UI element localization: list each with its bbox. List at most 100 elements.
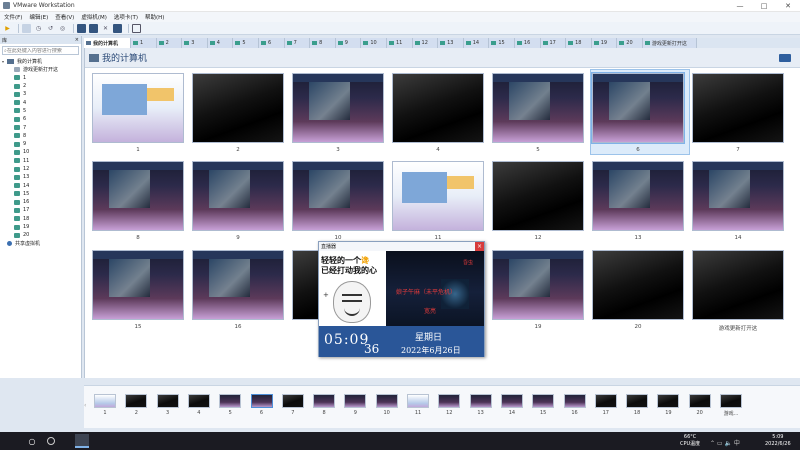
menu-help[interactable]: 帮助(H) [145, 13, 164, 21]
stretch-icon[interactable] [113, 23, 122, 33]
tree-item-vm[interactable]: 4 [0, 98, 81, 106]
vm-thumbnail[interactable] [592, 250, 684, 320]
vmware-taskbar-icon[interactable] [75, 434, 89, 448]
tab-vm[interactable]: 1 [131, 38, 157, 48]
strip-scroll-left-icon[interactable]: ‹ [84, 402, 86, 409]
view-icon[interactable] [132, 23, 141, 33]
tab-my-computer[interactable]: 我的计算机 [84, 38, 131, 48]
tab-vm[interactable]: 19 [591, 38, 618, 48]
tab-vm[interactable]: 2 [156, 38, 183, 48]
tab-vm[interactable]: 7 [284, 38, 311, 48]
windows-start-icon[interactable] [4, 436, 14, 446]
strip-thumbnail[interactable] [407, 394, 429, 408]
library-search-input[interactable] [6, 47, 67, 54]
tree-item-vm[interactable]: 9 [0, 140, 81, 148]
tab-vm[interactable]: 4 [207, 38, 234, 48]
search-icon[interactable]: ○ [26, 435, 38, 447]
strip-thumbnail[interactable] [438, 394, 461, 408]
widget-close-button[interactable]: × [475, 242, 484, 251]
manage-icon[interactable]: ◎ [58, 24, 67, 33]
tree-item-shared[interactable]: 共享虚拟机 [0, 240, 81, 248]
tab-vm[interactable]: 13 [438, 38, 464, 48]
tab-vm[interactable]: 17 [540, 38, 567, 48]
menu-edit[interactable]: 编辑(E) [29, 13, 48, 21]
vm-thumbnail[interactable] [692, 73, 784, 143]
tree-item-vm[interactable]: 7 [0, 123, 81, 131]
tab-vm[interactable]: 10 [361, 38, 387, 48]
tree-item-vm[interactable]: 15 [0, 190, 81, 198]
tree-item-vm[interactable]: 游戏更新打开这 [0, 65, 81, 73]
minimize-button[interactable]: — [728, 0, 752, 12]
vm-thumbnail[interactable] [592, 161, 684, 231]
play-icon[interactable]: ▶ [3, 24, 12, 33]
library-close-icon[interactable]: × [75, 37, 79, 43]
tree-item-vm[interactable]: 16 [0, 198, 81, 206]
vm-thumbnail[interactable] [292, 73, 384, 143]
tab-vm[interactable]: 14 [463, 38, 490, 48]
tab-vm[interactable]: 11 [386, 38, 413, 48]
strip-thumbnail[interactable] [720, 394, 742, 408]
console-icon[interactable]: ✕ [101, 24, 110, 33]
menu-tabs[interactable]: 选项卡(T) [114, 13, 138, 21]
strip-thumbnail[interactable] [563, 394, 586, 408]
tree-item-vm[interactable]: 1 [0, 74, 81, 82]
tree-item-vm[interactable]: 11 [0, 157, 81, 165]
library-icon[interactable] [22, 23, 31, 33]
tree-item-vm[interactable]: 8 [0, 132, 81, 140]
vm-thumbnail[interactable] [692, 161, 784, 231]
tree-item-vm[interactable]: 5 [0, 107, 81, 115]
tab-vm[interactable]: 16 [514, 38, 541, 48]
menu-vm[interactable]: 虚拟机(M) [81, 13, 107, 21]
strip-thumbnail[interactable] [344, 394, 367, 408]
tab-vm[interactable]: 9 [335, 38, 362, 48]
tree-item-vm[interactable]: 10 [0, 148, 81, 156]
vm-thumbnail[interactable] [692, 250, 784, 320]
tree-item-vm[interactable]: 20 [0, 231, 81, 239]
tree-item-vm[interactable]: 18 [0, 215, 81, 223]
strip-thumbnail[interactable] [594, 394, 617, 408]
vm-thumbnail[interactable] [192, 250, 284, 320]
tab-vm[interactable]: 5 [233, 38, 259, 48]
vm-thumbnail[interactable] [392, 161, 484, 231]
strip-thumbnail[interactable] [500, 394, 523, 408]
tab-vm[interactable]: 18 [566, 38, 592, 48]
strip-thumbnail[interactable] [219, 394, 242, 408]
tree-item-vm[interactable]: 6 [0, 115, 81, 123]
strip-thumbnail[interactable] [94, 394, 116, 408]
snapshot-icon[interactable]: ◷ [34, 24, 43, 33]
menu-file[interactable]: 文件(F) [4, 13, 22, 21]
tree-item-vm[interactable]: 2 [0, 82, 81, 90]
vm-thumbnail[interactable] [92, 250, 184, 320]
vm-thumbnail[interactable] [92, 73, 184, 143]
tree-item-my-computer[interactable]: ▾ 我的计算机 [0, 57, 81, 65]
strip-thumbnail[interactable] [187, 394, 210, 408]
task-view-icon[interactable] [47, 437, 55, 445]
close-button[interactable]: ✕ [776, 0, 800, 12]
revert-icon[interactable]: ↺ [46, 24, 55, 33]
tray-icons[interactable]: ⌃ ▭ 🔈 中 [710, 438, 740, 447]
vm-thumbnail[interactable] [492, 73, 584, 143]
tree-item-vm[interactable]: 19 [0, 223, 81, 231]
view-mode-button[interactable] [779, 53, 791, 62]
tab-vm[interactable]: 20 [617, 38, 643, 48]
strip-thumbnail[interactable] [125, 394, 148, 408]
strip-thumbnail[interactable] [281, 394, 304, 408]
vm-thumbnail[interactable] [492, 250, 584, 320]
tab-vm[interactable]: 8 [310, 38, 336, 48]
vm-thumbnail[interactable] [92, 161, 184, 231]
strip-thumbnail[interactable] [657, 394, 680, 408]
tree-item-vm[interactable]: 17 [0, 206, 81, 214]
strip-thumbnail[interactable] [156, 394, 179, 408]
tree-item-vm[interactable]: 14 [0, 181, 81, 189]
strip-thumbnail[interactable] [626, 394, 649, 408]
vm-thumbnail[interactable] [492, 161, 584, 231]
tab-vm[interactable]: 12 [412, 38, 439, 48]
strip-thumbnail[interactable] [250, 394, 273, 408]
vm-thumbnail[interactable] [392, 73, 484, 143]
fullscreen-icon[interactable] [77, 23, 86, 33]
vm-thumbnail[interactable] [292, 161, 384, 231]
unity-icon[interactable] [89, 23, 98, 33]
strip-thumbnail[interactable] [375, 394, 398, 408]
strip-thumbnail[interactable] [469, 394, 492, 408]
tab-vm[interactable]: 6 [258, 38, 285, 48]
